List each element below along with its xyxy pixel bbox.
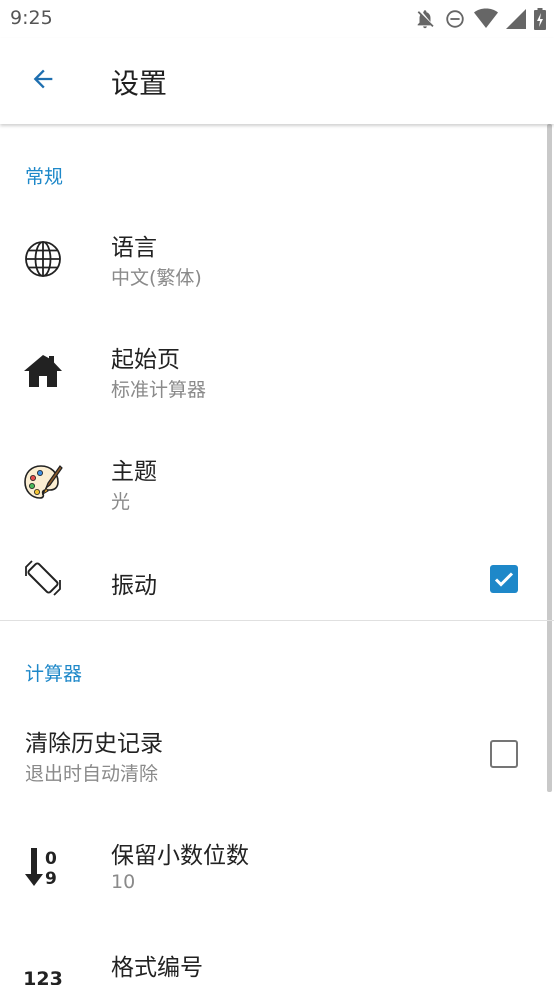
pref-theme[interactable]: 主题 光 [0, 432, 548, 532]
svg-text:0: 0 [45, 849, 57, 869]
section-divider [0, 620, 554, 621]
pref-language-summary: 中文(繁体) [111, 267, 202, 289]
pref-number-format[interactable]: 123 格式编号 [0, 928, 548, 985]
pref-decimal-places-summary: 10 [111, 871, 136, 893]
pref-start-page-summary: 标准计算器 [111, 379, 207, 401]
vibration-icon [22, 557, 64, 599]
pref-clear-history-summary: 退出时自动清除 [25, 763, 159, 785]
wifi-icon [474, 8, 498, 30]
pref-clear-history-title: 清除历史记录 [25, 731, 163, 757]
app-bar: 设置 [0, 38, 554, 124]
pref-language[interactable]: 语言 中文(繁体) [0, 208, 548, 308]
pref-clear-history[interactable]: 清除历史记录 退出时自动清除 [0, 704, 548, 804]
battery-charging-icon [534, 8, 546, 30]
pref-language-title: 语言 [111, 235, 157, 261]
pref-vibration[interactable]: 振动 [0, 544, 548, 620]
settings-screen: 9:25 设置 常规 语言 中文(繁体) 起始页 标准计算器 主题 光 振动 计… [0, 0, 554, 985]
check-icon [494, 572, 514, 587]
pref-decimal-places[interactable]: 0 9 保留小数位数 10 [0, 816, 548, 916]
status-bar: 9:25 [0, 0, 554, 38]
svg-text:9: 9 [45, 869, 57, 888]
palette-icon [22, 462, 64, 504]
signal-icon [506, 9, 526, 29]
settings-list[interactable]: 常规 语言 中文(繁体) 起始页 标准计算器 主题 光 振动 计算器 清除历史记… [0, 124, 554, 985]
page-title: 设置 [111, 67, 168, 100]
back-button[interactable] [20, 58, 66, 104]
sort-numeric-icon: 0 9 [22, 846, 64, 888]
globe-icon [22, 238, 64, 280]
status-time: 9:25 [10, 7, 53, 29]
pref-theme-title: 主题 [111, 459, 157, 485]
clear-history-checkbox[interactable] [490, 740, 518, 768]
vibration-checkbox[interactable] [490, 565, 518, 593]
pref-start-page[interactable]: 起始页 标准计算器 [0, 320, 548, 420]
do-not-disturb-icon [444, 8, 466, 30]
pref-theme-summary: 光 [111, 491, 131, 513]
pref-number-format-title: 格式编号 [111, 955, 203, 981]
home-icon [22, 350, 64, 392]
section-header-calculator: 计算器 [25, 663, 83, 685]
notifications-off-icon [414, 8, 436, 30]
section-header-general: 常规 [25, 166, 64, 188]
pref-decimal-places-title: 保留小数位数 [111, 843, 249, 869]
pref-start-page-title: 起始页 [111, 347, 180, 373]
numeric-123-icon: 123 [23, 968, 63, 985]
pref-vibration-title: 振动 [111, 573, 157, 599]
arrow-back-icon [29, 65, 57, 97]
status-icons [414, 6, 546, 32]
